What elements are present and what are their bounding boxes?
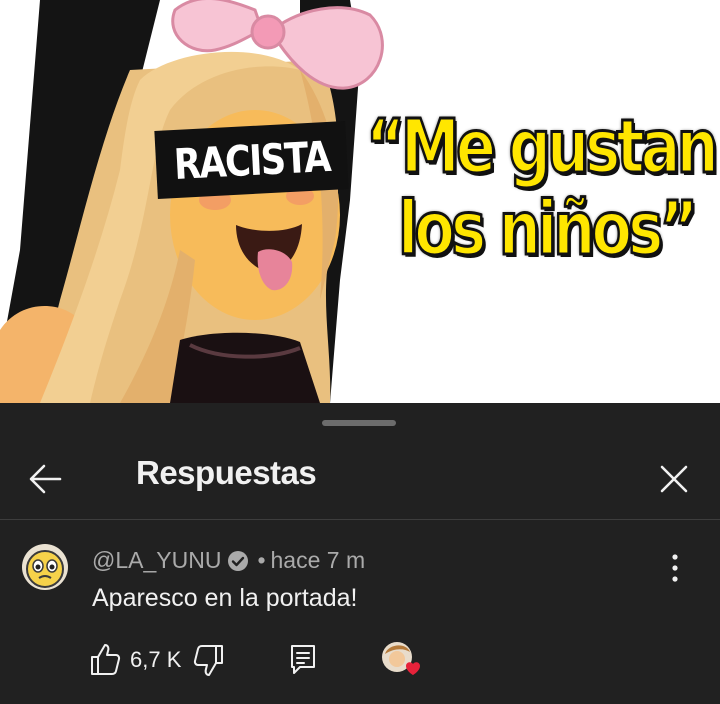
more-vertical-icon[interactable]: [660, 550, 690, 586]
panel-title: Respuestas: [136, 454, 317, 491]
creator-heart-icon: [380, 640, 422, 680]
thumbs-up-icon[interactable]: [88, 640, 122, 678]
racista-label: RACISTA: [154, 121, 349, 199]
panel-header: Respuestas: [0, 435, 720, 520]
comment-text: Aparesco en la portada!: [92, 584, 358, 612]
comment-item: @LA_YUNU • hace 7 m Aparesco en la porta…: [0, 520, 720, 704]
like-count: 6,7 K: [130, 647, 182, 672]
reply-comment-icon[interactable]: [288, 642, 318, 676]
comment-time: hace 7 m: [270, 547, 366, 573]
comment-meta: @LA_YUNU • hace 7 m: [92, 547, 365, 574]
arrow-left-icon[interactable]: [24, 457, 68, 501]
video-thumbnail: RACISTA “Me gustan los niños”: [0, 0, 720, 403]
thumbnail-quote: “Me gustan los niños”: [365, 104, 720, 272]
comment-actions: 6,7 K: [88, 640, 688, 680]
comment-author[interactable]: @LA_YUNU: [92, 547, 221, 574]
verified-check-icon: [228, 550, 249, 571]
quote-line-1: “Me gustan: [365, 104, 720, 190]
drag-handle[interactable]: [322, 420, 396, 426]
meta-separator: •: [257, 547, 266, 573]
quote-line-2: los niños”: [397, 186, 700, 272]
close-icon[interactable]: [652, 457, 696, 501]
avatar[interactable]: [22, 544, 68, 590]
thumbs-down-icon[interactable]: [192, 642, 226, 680]
racista-label-text: RACISTA: [172, 131, 331, 189]
replies-panel: Respuestas @LA_YUNU • hace 7 m Aparesco …: [0, 403, 720, 704]
